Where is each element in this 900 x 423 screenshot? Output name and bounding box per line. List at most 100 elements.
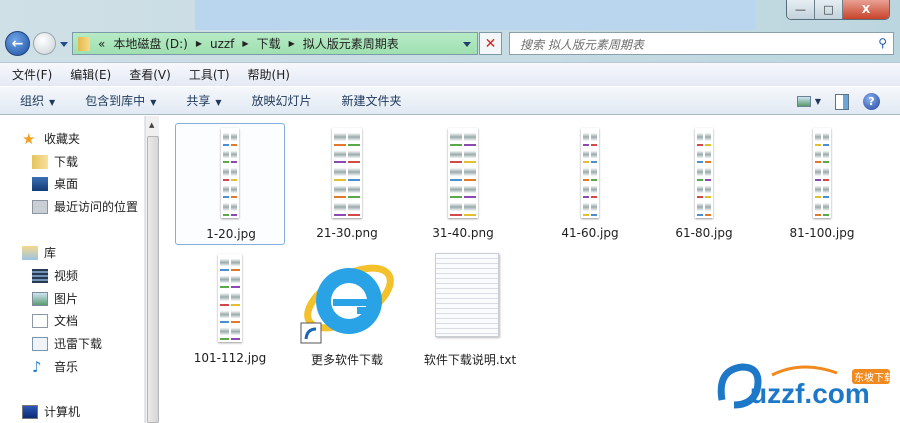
thumbnail-cell (697, 147, 703, 164)
thumbnail-cell (464, 147, 476, 164)
preview-pane-icon[interactable] (835, 93, 849, 110)
thumbnail-cell (231, 256, 240, 272)
file-item[interactable]: 61-80.jpg (649, 123, 759, 245)
search-input[interactable]: 搜索 拟人版元素周期表 ⚲ (509, 32, 894, 55)
sidebar-item-downloads[interactable]: 下载 (32, 153, 78, 170)
sidebar-item-documents[interactable]: 文档 (32, 312, 78, 329)
menu-help[interactable]: 帮助(H) (248, 66, 290, 83)
share-button[interactable]: 共享 ▼ (186, 92, 221, 109)
computer-icon (22, 404, 38, 419)
thumbnail-cell (450, 165, 462, 181)
breadcrumb-drive[interactable]: 本地磁盘 (D:) (113, 35, 187, 52)
sidebar-label: 库 (44, 246, 57, 260)
thumbnail-cell (591, 165, 597, 181)
desktop-icon (32, 176, 48, 191)
thumbnail-cell (220, 290, 229, 306)
search-icon[interactable]: ⚲ (878, 36, 887, 50)
svg-text:东坡下载: 东坡下载 (854, 371, 892, 384)
sidebar-item-videos[interactable]: 视频 (32, 267, 78, 284)
file-item[interactable]: 81-100.jpg (767, 123, 877, 245)
recent-pages-dropdown[interactable] (60, 42, 68, 51)
sidebar-item-thunder-downloads[interactable]: 迅雷下载 (32, 335, 102, 352)
thumbnail-cell (815, 130, 821, 146)
sidebar-item-desktop[interactable]: 桌面 (32, 175, 78, 192)
text-file-icon (435, 253, 499, 337)
image-thumbnail (695, 128, 713, 218)
breadcrumb-separator[interactable]: ▶ (196, 39, 202, 48)
back-button[interactable]: ← (5, 31, 30, 56)
thumbnail-cell (815, 182, 821, 199)
sidebar-scrollbar[interactable]: ▲ (145, 116, 159, 423)
view-options-dropdown[interactable]: ▼ (815, 97, 821, 106)
search-placeholder: 搜索 拟人版元素周期表 (520, 38, 644, 52)
thumbnail-cell (583, 182, 589, 199)
thumbnail-cell (591, 200, 597, 216)
sidebar-computer[interactable]: 计算机 (22, 403, 80, 420)
thumbnail-cell (464, 165, 476, 181)
thumbnail-cell (334, 147, 346, 164)
breadcrumb-separator[interactable]: ▶ (242, 39, 248, 48)
sidebar-favorites[interactable]: ★ 收藏夹 (22, 130, 80, 147)
change-view-icon[interactable] (796, 96, 811, 107)
image-thumbnail (221, 128, 239, 218)
file-item[interactable]: 101-112.jpg (175, 251, 285, 371)
breadcrumb-uzzf[interactable]: uzzf (210, 37, 234, 51)
menu-tools[interactable]: 工具(T) (189, 66, 230, 83)
file-item[interactable]: 41-60.jpg (535, 123, 645, 245)
scroll-up-arrow[interactable]: ▲ (149, 121, 154, 129)
downloads-folder-icon (32, 154, 48, 169)
include-in-library-button[interactable]: 包含到库中 ▼ (85, 92, 156, 109)
svg-text:uzzf.com: uzzf.com (750, 378, 870, 409)
recent-places-icon (32, 199, 48, 214)
new-folder-button[interactable]: 新建文件夹 (342, 92, 402, 109)
slideshow-button[interactable]: 放映幻灯片 (252, 92, 312, 109)
folder-icon (78, 36, 90, 51)
minimize-button[interactable]: — (787, 0, 815, 19)
file-item[interactable]: 1-20.jpg (175, 123, 285, 245)
breadcrumb-downloads[interactable]: 下载 (257, 35, 281, 52)
file-name: 21-30.png (316, 226, 378, 240)
image-thumbnail (581, 128, 599, 218)
sidebar-label: 收藏夹 (44, 132, 81, 146)
menu-edit[interactable]: 编辑(E) (70, 66, 111, 83)
thumbnail-cell (334, 130, 346, 146)
address-bar[interactable]: « 本地磁盘 (D:) ▶ uzzf ▶ 下载 ▶ 拟人版元素周期表 (72, 32, 478, 55)
thumbnail-cell (583, 165, 589, 181)
window-controls: — □ X (786, 0, 890, 20)
close-button[interactable]: X (843, 0, 889, 19)
maximize-button[interactable]: □ (815, 0, 843, 19)
include-label: 包含到库中 (85, 94, 146, 108)
menu-file[interactable]: 文件(F) (12, 66, 52, 83)
thumbnail-cell (464, 200, 476, 216)
forward-button[interactable] (33, 32, 56, 55)
file-name: 软件下载说明.txt (423, 353, 517, 367)
organize-button[interactable]: 组织 ▼ (20, 92, 55, 109)
sidebar-item-pictures[interactable]: 图片 (32, 290, 78, 307)
star-icon: ★ (22, 129, 36, 148)
file-name: 更多软件下载 (310, 353, 383, 367)
file-item[interactable]: 21-30.png (292, 123, 402, 245)
file-name: 1-20.jpg (206, 227, 256, 241)
stop-button[interactable]: ✕ (479, 32, 502, 55)
thumbnail-cell (815, 200, 821, 216)
thumbnail-cell (231, 182, 237, 199)
sidebar-item-music[interactable]: ♪ 音乐 (32, 358, 78, 375)
scrollbar-thumb[interactable] (147, 136, 159, 423)
sidebar-item-recent-places[interactable]: 最近访问的位置 (32, 198, 138, 215)
thumbnail-cell (815, 165, 821, 181)
thumbnail-cell (823, 147, 829, 164)
help-icon[interactable]: ? (863, 93, 880, 110)
breadcrumb-current[interactable]: 拟人版元素周期表 (303, 35, 399, 52)
address-overflow[interactable]: « (98, 37, 105, 51)
sidebar-libraries[interactable]: 库 (22, 244, 56, 261)
file-name: 81-100.jpg (789, 226, 855, 240)
thumbnail-cell (231, 324, 240, 340)
thumbnail-cell (450, 200, 462, 216)
file-item[interactable]: 软件下载说明.txt (415, 251, 525, 371)
file-item[interactable]: 更多软件下载 (292, 251, 402, 371)
breadcrumb-separator[interactable]: ▶ (289, 39, 295, 48)
file-item[interactable]: 31-40.png (408, 123, 518, 245)
thumbnail-cell (220, 324, 229, 340)
menu-view[interactable]: 查看(V) (129, 66, 171, 83)
address-dropdown[interactable] (463, 42, 471, 51)
